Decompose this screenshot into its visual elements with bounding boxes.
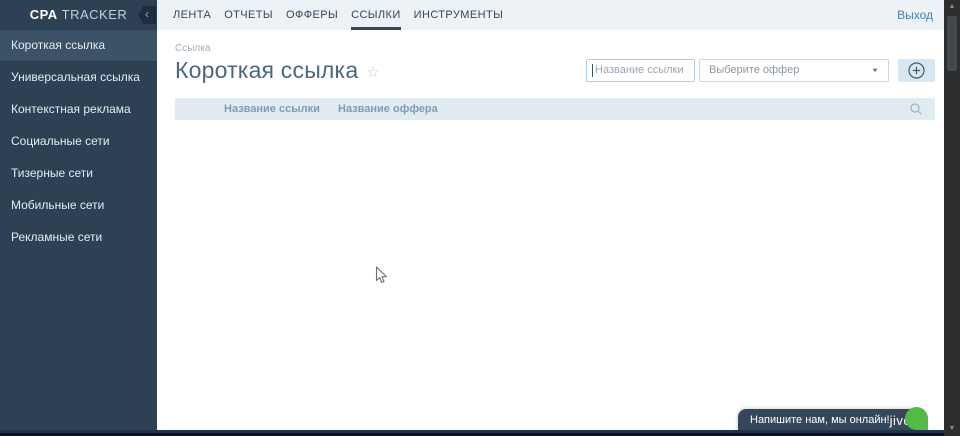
chat-widget[interactable]: Напишите нам, мы онлайн! jivo [738,407,928,431]
sidebar-item-short-link[interactable]: Короткая ссылка [0,30,157,62]
sidebar-item-context-ads[interactable]: Контекстная реклама [0,94,157,126]
scroll-down-icon[interactable]: ▼ [949,422,956,436]
sidebar-item-ad-networks[interactable]: Рекламные сети [0,222,157,254]
text-caret [592,63,593,77]
link-name-input[interactable] [586,58,695,82]
sidebar: CPA TRACKER ‹ Короткая ссылка Универсаль… [0,0,157,430]
app-logo: CPA TRACKER ‹ [0,0,157,30]
page-title: Короткая ссылка [175,56,359,83]
search-icon[interactable] [909,102,923,116]
page-scrollbar[interactable]: ▲ ▼ [944,0,960,436]
favorite-star-icon[interactable]: ☆ [366,63,379,81]
add-link-button[interactable] [898,58,935,82]
sidebar-item-teaser-networks[interactable]: Тизерные сети [0,158,157,190]
column-header-link-name[interactable]: Название ссылки [224,103,338,115]
mouse-cursor-icon [375,266,388,290]
brand-light: TRACKER [61,7,128,22]
brand-bold: CPA [29,7,58,22]
page-content: Ссылка Короткая ссылка ☆ Выберите оффер … [157,43,944,120]
window-bottom-edge [0,430,960,436]
plus-circle-icon [908,61,925,79]
scroll-up-icon[interactable]: ▲ [949,0,956,14]
tab-otchety[interactable]: ОТЧЕТЫ [224,0,273,30]
jivo-leaf-icon [905,407,928,430]
chat-message: Напишите нам, мы онлайн! [750,414,890,426]
logout-link[interactable]: Выход [897,8,933,22]
sidebar-item-social-networks[interactable]: Социальные сети [0,126,157,158]
sidebar-collapse-button[interactable]: ‹ [138,6,156,24]
chevron-left-icon: ‹ [145,7,149,21]
top-navigation: ЛЕНТА ОТЧЕТЫ ОФФЕРЫ ССЫЛКИ ИНСТРУМЕНТЫ В… [157,0,944,30]
table-header: Название ссылки Название оффера [175,98,935,120]
toolbar: Выберите оффер ▼ [586,58,935,82]
scrollbar-thumb[interactable] [947,16,957,71]
tab-lenta[interactable]: ЛЕНТА [173,0,211,30]
sidebar-item-universal-link[interactable]: Универсальная ссылка [0,62,157,94]
main-area: ЛЕНТА ОТЧЕТЫ ОФФЕРЫ ССЫЛКИ ИНСТРУМЕНТЫ В… [157,0,944,430]
column-header-offer-name[interactable]: Название оффера [338,103,438,115]
breadcrumb: Ссылка [175,43,211,54]
tab-instrumenty[interactable]: ИНСТРУМЕНТЫ [414,0,504,30]
offer-select-value: Выберите оффер [709,64,800,76]
tab-offery[interactable]: ОФФЕРЫ [286,0,338,30]
chevron-down-icon: ▼ [871,66,879,74]
tab-ssylki[interactable]: ССЫЛКИ [351,0,401,30]
offer-select[interactable]: Выберите оффер ▼ [699,58,889,82]
sidebar-item-mobile-networks[interactable]: Мобильные сети [0,190,157,222]
